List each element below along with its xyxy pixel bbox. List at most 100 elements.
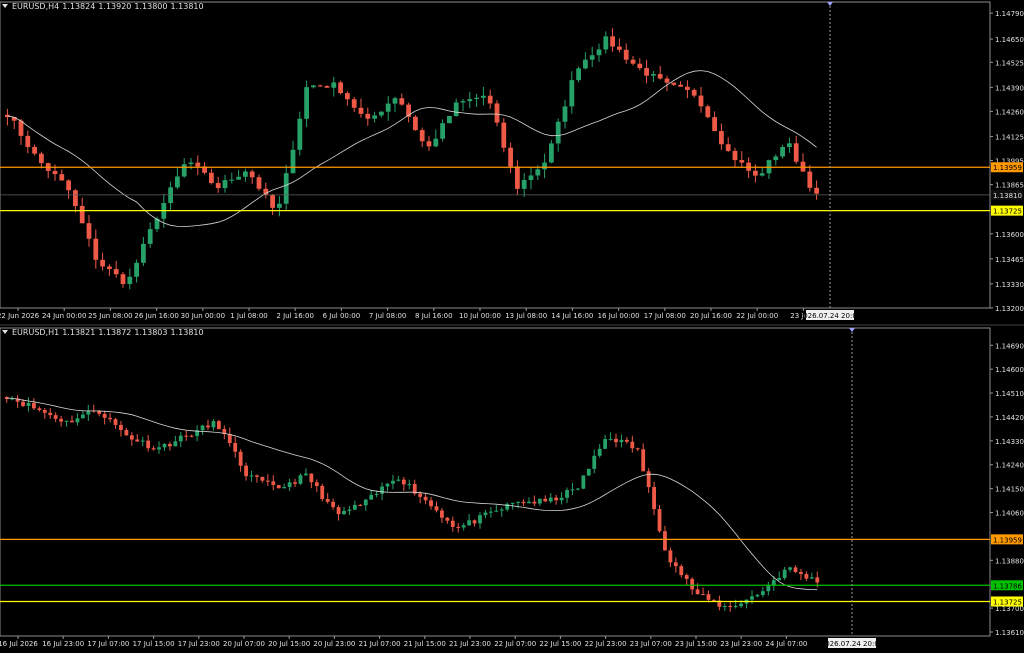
h1-candle-body <box>510 502 515 504</box>
h4-chart-canvas[interactable]: 1.14790 1.14650 1.14525 1.14390 1.14260 1.141… <box>0 0 1024 324</box>
h1-candle-body <box>494 510 499 512</box>
h4-candle-body <box>188 162 194 165</box>
h1-time-label: 16 Jul 23:00 <box>42 640 84 648</box>
h4-candle-body <box>589 55 595 60</box>
h4-time-label: 24 Jun 00:00 <box>42 312 86 320</box>
h4-candle-body <box>671 82 677 85</box>
h1-candle-body <box>244 465 248 477</box>
h1-candle-body <box>652 487 656 510</box>
h1-candle-body <box>119 424 123 431</box>
h1-moving-average-line <box>6 397 818 591</box>
h1-candle-body <box>113 419 118 425</box>
h1-candle-body <box>516 501 520 503</box>
h1-chart-panel[interactable]: EURUSD,H1 1.13821 1.13872 1.13803 1.13810 1.… <box>0 326 1024 653</box>
h4-candle-body <box>372 115 377 119</box>
h1-candle-body <box>200 425 205 431</box>
h1-candle-body <box>543 498 548 502</box>
h4-chart-panel[interactable]: EURUSD,H4 1.13824 1.13920 1.13800 1.13810 1.… <box>0 0 1024 324</box>
h1-candle-body <box>331 501 336 508</box>
h4-candle-body <box>236 176 241 180</box>
h1-candle-body <box>352 504 357 510</box>
h1-candle-body <box>684 575 689 579</box>
h1-candle-body <box>189 435 194 437</box>
h1-candle-body <box>314 482 319 486</box>
h1-candle-body <box>679 566 684 576</box>
h1-candle-body <box>37 408 42 411</box>
h4-time-label: 1 Jul 08:00 <box>230 312 268 320</box>
h4-candle-body <box>610 36 615 47</box>
h1-candle-body <box>407 484 412 486</box>
h4-candle-body <box>229 179 235 181</box>
h4-time-label: 6 Jul 00:00 <box>323 312 361 320</box>
h1-time-label: 24 Jul 07:00 <box>765 640 807 648</box>
h4-candle-body <box>732 150 738 161</box>
h1-time-label: 23 Jul 07:00 <box>630 640 672 648</box>
h1-candle-body <box>102 413 107 418</box>
h1-candle-body <box>815 577 820 583</box>
h1-candle-body <box>249 475 254 477</box>
h4-candle-body <box>691 89 697 96</box>
h4-price-label: 1.14525 <box>995 59 1024 67</box>
h4-time-label: 30 Jun 00:00 <box>181 312 225 320</box>
h1-candle-body <box>668 550 673 563</box>
h1-time-label: 22 Jul 15:00 <box>539 640 581 648</box>
h4-candle-body <box>793 143 799 162</box>
h4-candle-body <box>678 84 683 87</box>
h4-price-label: 1.13200 <box>995 305 1024 313</box>
h4-price-label: 1.14390 <box>995 84 1024 92</box>
h4-candle-body <box>576 68 581 81</box>
h4-candle-body <box>358 107 364 114</box>
h1-candle-body <box>363 499 368 506</box>
h1-candle-body <box>385 483 390 487</box>
h4-price-label: 1.13330 <box>995 281 1024 289</box>
h1-candle-body <box>690 578 695 590</box>
h1-candle-body <box>804 573 809 579</box>
h4-price-label: 1.14260 <box>995 108 1024 116</box>
h4-candle-body <box>474 97 479 100</box>
h4-candle-body <box>521 180 527 189</box>
h1-price-label: 1.14150 <box>995 486 1024 494</box>
h4-candle-body <box>32 146 37 154</box>
h4-candle-body <box>195 162 201 167</box>
h1-price-label: 1.14690 <box>995 342 1024 350</box>
h1-candle-body <box>369 494 374 500</box>
h4-price-label: 1.13600 <box>995 231 1024 239</box>
h4-time-label: 22 Jun 2026 <box>0 312 40 320</box>
h1-candle-body <box>429 500 433 507</box>
h4-candle-body <box>317 85 323 87</box>
h1-time-label: 20 Jul 23:00 <box>313 640 355 648</box>
h4-candle-body <box>18 120 24 136</box>
h4-candle-body <box>79 206 85 224</box>
h4-level-value: 1.13810 <box>993 192 1022 200</box>
h1-chart-canvas[interactable]: 1.14690 1.14600 1.14510 1.14420 1.14330 1.142… <box>0 326 1024 653</box>
h1-candle-body <box>782 569 787 578</box>
h4-candle-body <box>440 123 445 139</box>
h4-candle-body <box>134 262 139 277</box>
h1-candle-body <box>216 421 221 430</box>
h4-candle-body <box>555 121 561 144</box>
h1-price-label: 1.14240 <box>995 462 1024 470</box>
h4-level-value: 1.13725 <box>993 208 1022 216</box>
h1-candle-body <box>135 439 140 442</box>
h4-candle-body <box>705 106 711 118</box>
h4-candle-body <box>59 174 65 181</box>
h4-candle-body <box>66 180 71 191</box>
h1-candle-body <box>32 402 36 409</box>
h1-candle-body <box>108 417 112 420</box>
h4-candle-body <box>175 176 180 188</box>
h1-candle-body <box>21 401 25 406</box>
h4-time-label: 14 Jul 16:00 <box>551 312 593 320</box>
h4-candle-body <box>426 141 432 147</box>
h1-candle-body <box>206 425 210 428</box>
h4-candle-body <box>100 259 105 267</box>
h1-candle-body <box>380 486 384 494</box>
h4-candle-body <box>181 164 187 177</box>
h1-time-label: 21 Jul 07:00 <box>359 640 401 648</box>
h4-candle-body <box>277 203 282 208</box>
h1-candle-body <box>728 606 733 608</box>
h4-candle-body <box>467 99 473 102</box>
h4-candle-body <box>623 49 629 60</box>
h1-candle-body <box>461 525 466 528</box>
h1-candle-body <box>706 594 711 600</box>
h1-candle-body <box>238 451 243 466</box>
